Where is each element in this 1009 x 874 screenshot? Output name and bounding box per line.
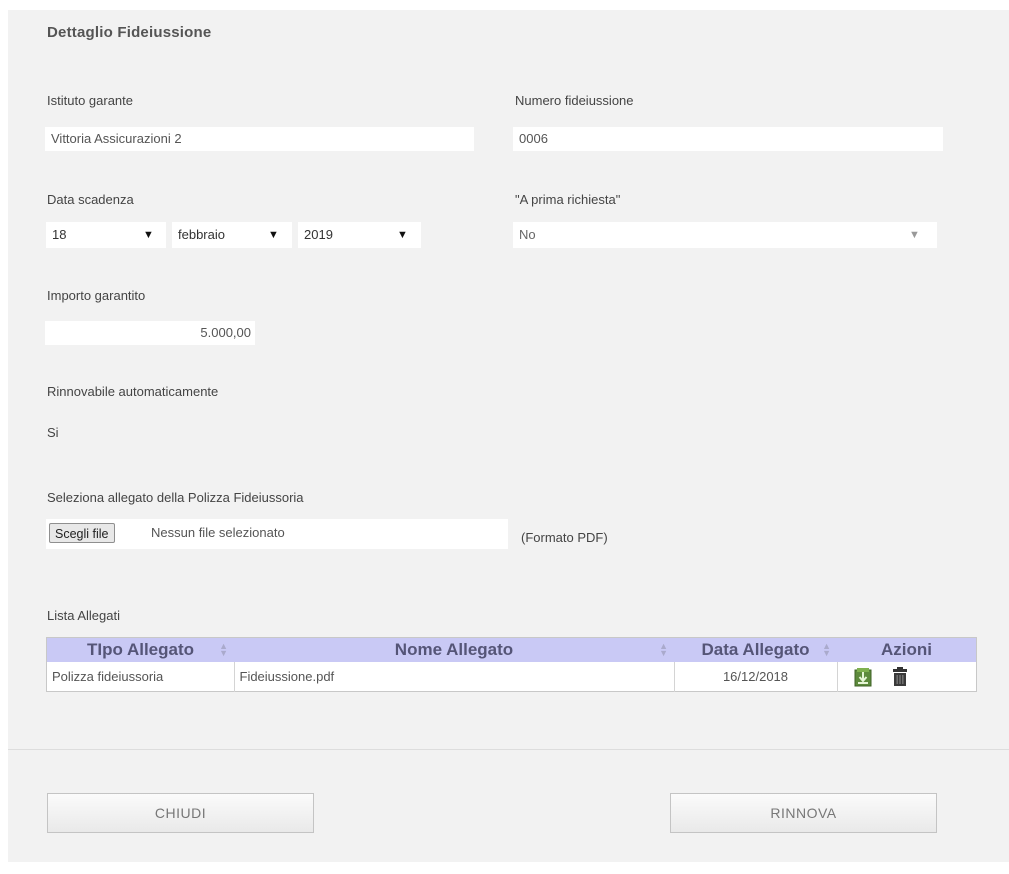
choose-file-button[interactable]: Scegli file — [49, 523, 115, 543]
year-value: 2019 — [304, 227, 333, 242]
day-select[interactable]: 18 ▼ — [46, 222, 166, 248]
chevron-down-icon: ▼ — [268, 229, 279, 241]
month-select[interactable]: febbraio ▼ — [172, 222, 292, 248]
cell-tipo: Polizza fideiussoria — [46, 662, 235, 692]
footer-divider — [8, 749, 1009, 750]
file-status: Nessun file selezionato — [151, 525, 285, 540]
table-header-row: TIpo Allegato ▲ ▼ Nome Allegato ▲ ▼ Data A… — [46, 637, 977, 662]
cell-azioni — [837, 662, 977, 692]
cell-data: 16/12/2018 — [674, 662, 838, 692]
importo-field[interactable]: 5.000,00 — [45, 321, 255, 345]
year-select[interactable]: 2019 ▼ — [298, 222, 421, 248]
column-header-nome[interactable]: Nome Allegato ▲ ▼ — [234, 637, 674, 662]
prima-richiesta-value: No — [519, 227, 536, 242]
column-header-data[interactable]: Data Allegato ▲ ▼ — [674, 637, 837, 662]
istituto-field[interactable]: Vittoria Assicurazioni 2 — [45, 127, 474, 151]
page-title: Dettaglio Fideiussione — [47, 24, 212, 41]
rinnovabile-label: Rinnovabile automaticamente — [47, 384, 219, 399]
month-value: febbraio — [178, 227, 225, 242]
column-header-azioni: Azioni — [837, 637, 977, 662]
sort-icon: ▲ ▼ — [822, 641, 831, 658]
prima-richiesta-label: "A prima richiesta" — [515, 192, 621, 207]
numero-field[interactable]: 0006 — [513, 127, 943, 151]
chevron-down-icon: ▼ — [397, 229, 408, 241]
column-header-label: Data Allegato — [701, 640, 810, 659]
renew-button[interactable]: RINNOVA — [670, 793, 937, 833]
close-button[interactable]: CHIUDI — [47, 793, 314, 833]
trash-icon[interactable] — [891, 666, 909, 687]
chevron-down-icon: ▼ — [909, 229, 920, 241]
scadenza-label: Data scadenza — [47, 192, 134, 207]
sort-icon: ▲ ▼ — [659, 641, 668, 658]
cell-nome: Fideiussione.pdf — [234, 662, 675, 692]
column-header-label: TIpo Allegato — [86, 640, 195, 659]
column-header-tipo[interactable]: TIpo Allegato ▲ ▼ — [46, 637, 234, 662]
table-row: Polizza fideiussoria Fideiussione.pdf 16… — [46, 662, 977, 692]
file-format-hint: (Formato PDF) — [521, 530, 608, 545]
rinnovabile-value: Si — [47, 425, 59, 440]
download-icon[interactable] — [854, 667, 872, 687]
allegato-label: Seleziona allegato della Polizza Fideius… — [47, 490, 304, 505]
sort-icon: ▲ ▼ — [219, 641, 228, 658]
day-value: 18 — [52, 227, 67, 242]
column-header-label: Azioni — [881, 640, 932, 659]
attachments-table: TIpo Allegato ▲ ▼ Nome Allegato ▲ ▼ Data A… — [46, 637, 977, 692]
numero-label: Numero fideiussione — [515, 93, 634, 108]
attachments-title: Lista Allegati — [47, 608, 120, 623]
column-header-label: Nome Allegato — [394, 640, 514, 659]
chevron-down-icon: ▼ — [143, 229, 154, 241]
importo-label: Importo garantito — [47, 288, 146, 303]
istituto-label: Istituto garante — [47, 93, 133, 108]
file-input[interactable]: Scegli file Nessun file selezionato — [46, 519, 508, 549]
prima-richiesta-select[interactable]: No ▼ — [513, 222, 937, 248]
